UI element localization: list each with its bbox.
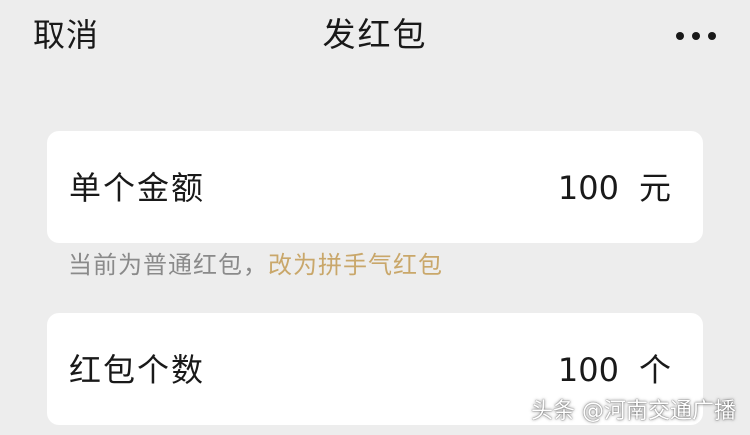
amount-label: 单个金额 bbox=[69, 169, 206, 207]
amount-input[interactable]: 100 bbox=[558, 166, 619, 210]
send-red-packet-screen: 取消 发红包 单个金额 100 元 当前为普通红包，改为拼手气红包 红包个数 1… bbox=[0, 0, 750, 435]
hint-text: 当前为普通红包， bbox=[68, 251, 268, 279]
more-options-button[interactable] bbox=[672, 26, 720, 46]
more-dots-icon bbox=[708, 32, 716, 40]
amount-card[interactable]: 单个金额 100 元 bbox=[47, 131, 703, 243]
page-title: 发红包 bbox=[322, 15, 428, 54]
more-dots-icon bbox=[676, 32, 684, 40]
switch-to-lucky-packet-link[interactable]: 改为拼手气红包 bbox=[268, 251, 443, 279]
count-unit: 个 bbox=[638, 351, 671, 389]
count-label: 红包个数 bbox=[69, 351, 206, 389]
red-packet-type-hint: 当前为普通红包，改为拼手气红包 bbox=[68, 248, 443, 282]
count-input[interactable]: 100 bbox=[558, 348, 619, 392]
watermark: 头条 @河南交通广播 bbox=[531, 399, 736, 424]
amount-unit: 元 bbox=[638, 169, 671, 207]
more-dots-icon bbox=[692, 32, 700, 40]
top-nav-bar: 取消 发红包 bbox=[0, 0, 750, 72]
